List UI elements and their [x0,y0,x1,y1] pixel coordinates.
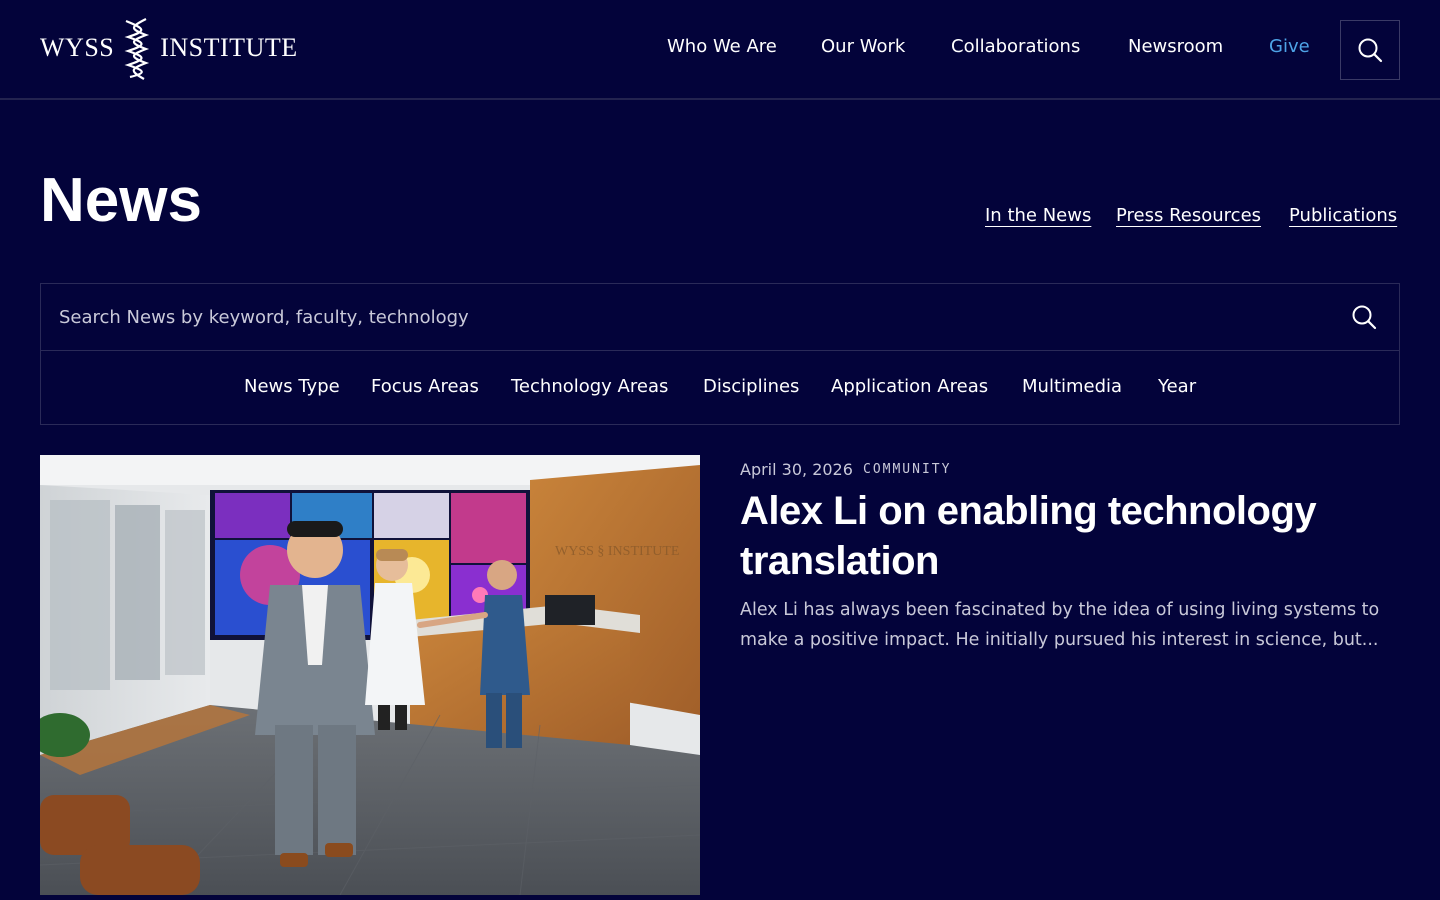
page-title: News [40,166,202,235]
filter-bar: News Type Focus Areas Technology Areas D… [40,350,1400,425]
filter-technology-areas[interactable]: Technology Areas [511,376,668,397]
article-date: April 30, 2026 [740,460,853,479]
nav-collaborations[interactable]: Collaborations [951,36,1080,57]
header-search-button[interactable] [1340,20,1400,80]
news-search-input[interactable] [41,284,1331,350]
nav-our-work[interactable]: Our Work [821,36,905,57]
search-icon [1358,38,1383,63]
filter-year[interactable]: Year [1158,376,1196,397]
filter-multimedia[interactable]: Multimedia [1022,376,1122,397]
link-publications[interactable]: Publications [1289,205,1397,226]
featured-article-image[interactable]: WYSS § INSTITUTE [40,455,700,895]
filter-news-type[interactable]: News Type [244,376,340,397]
article-category-tag[interactable]: COMMUNITY [863,462,951,477]
svg-text:WYSS § INSTITUTE: WYSS § INSTITUTE [555,544,679,559]
main-nav: Who We Are Our Work Collaborations Newsr… [0,36,1440,62]
article-excerpt: Alex Li has always been fascinated by th… [740,600,1380,650]
site-header: WYSS INSTITUTE Who We Are Our Work Colla… [0,0,1440,100]
link-in-the-news[interactable]: In the News [985,205,1091,226]
lobby-photo: WYSS § INSTITUTE [40,455,700,895]
nav-newsroom[interactable]: Newsroom [1128,36,1223,57]
filter-focus-areas[interactable]: Focus Areas [371,376,479,397]
article-title[interactable]: Alex Li on enabling technology translati… [740,486,1380,586]
news-search-box [40,283,1400,351]
nav-who-we-are[interactable]: Who We Are [667,36,777,57]
search-submit-icon[interactable] [1351,304,1377,330]
link-press-resources[interactable]: Press Resources [1116,205,1261,226]
filter-application-areas[interactable]: Application Areas [831,376,988,397]
filter-disciplines[interactable]: Disciplines [703,376,799,397]
nav-give[interactable]: Give [1269,36,1310,57]
